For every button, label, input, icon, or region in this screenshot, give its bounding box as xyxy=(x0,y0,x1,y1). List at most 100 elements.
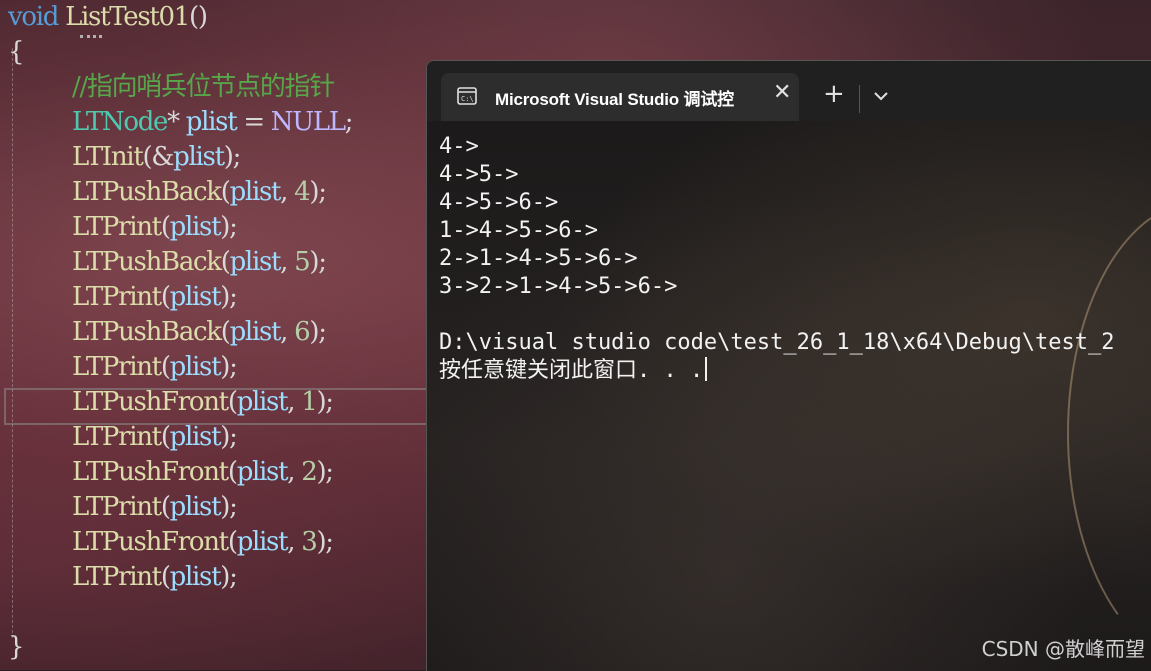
code-line[interactable]: LTInit(&plist); xyxy=(0,140,352,175)
watermark: CSDN @散峰而望 xyxy=(981,637,1145,661)
code-token: , xyxy=(287,457,302,487)
chevron-down-icon[interactable] xyxy=(871,86,891,106)
terminal-tab-bar: C:\ Microsoft Visual Studio 调试控 ✕ + xyxy=(427,61,1151,121)
code-line[interactable]: } xyxy=(0,630,352,665)
code-token: 6 xyxy=(294,317,311,347)
output-text: 4->5->6-> xyxy=(439,190,559,215)
code-token: ); xyxy=(220,352,238,382)
svg-text:C:\: C:\ xyxy=(461,95,474,103)
code-line[interactable]: LTPushBack(plist, 6); xyxy=(0,315,352,350)
output-text: 4-> xyxy=(439,134,479,159)
code-token: LTInit xyxy=(72,142,144,172)
code-token: LTPrint xyxy=(72,562,162,592)
code-token: 3 xyxy=(301,527,318,557)
code-token: ; xyxy=(344,107,354,137)
code-line[interactable]: LTPrint(plist); xyxy=(0,210,352,245)
code-token: ( xyxy=(220,177,231,207)
code-token: plist xyxy=(185,107,238,137)
code-line[interactable] xyxy=(0,595,352,630)
code-token: LTNode xyxy=(72,107,168,137)
code-line[interactable]: LTPrint(plist); xyxy=(0,420,352,455)
code-token: ); xyxy=(316,387,334,417)
code-token: plist xyxy=(229,317,282,347)
code-token: ); xyxy=(309,247,327,277)
suggestion-marker xyxy=(80,32,102,38)
code-line[interactable]: LTPushFront(plist, 2); xyxy=(0,455,352,490)
console-icon: C:\ xyxy=(457,87,477,105)
code-token: ); xyxy=(220,422,238,452)
output-line: 4-> xyxy=(439,133,1115,161)
code-token: plist xyxy=(236,457,289,487)
code-token: ( xyxy=(160,212,171,242)
code-token: plist xyxy=(229,247,282,277)
output-text: D:\visual studio code\test_26_1_18\x64\D… xyxy=(439,330,1115,355)
code-token: plist xyxy=(169,212,222,242)
output-line: 1->4->5->6-> xyxy=(439,217,1115,245)
output-text: 按任意键关闭此窗口. . . xyxy=(439,358,704,383)
code-line[interactable]: LTPushBack(plist, 5); xyxy=(0,245,352,280)
code-line[interactable]: { xyxy=(0,35,352,70)
code-token: (& xyxy=(142,142,174,172)
output-line: 3->2->1->4->5->6-> xyxy=(439,273,1115,301)
code-token: ( xyxy=(160,282,171,312)
code-line[interactable]: LTPrint(plist); xyxy=(0,280,352,315)
code-line[interactable]: //指向哨兵位节点的指针 xyxy=(0,70,352,105)
code-token: ListTest01 xyxy=(65,2,190,32)
code-token: NULL xyxy=(270,107,346,137)
text-cursor xyxy=(705,357,708,381)
code-token: plist xyxy=(169,562,222,592)
code-token: () xyxy=(189,2,208,32)
code-line[interactable]: LTPushFront(plist, 3); xyxy=(0,525,352,560)
terminal-tab[interactable]: C:\ Microsoft Visual Studio 调试控 ✕ xyxy=(441,73,799,121)
code-token: } xyxy=(8,632,25,662)
code-line[interactable]: LTPrint(plist); xyxy=(0,490,352,525)
code-line[interactable]: LTNode* plist = NULL; xyxy=(0,105,354,140)
terminal-output[interactable]: 4-> 4->5-> 4->5->6-> 1->4->5->6-> 2->1->4->5… xyxy=(439,133,1115,385)
code-token: ); xyxy=(220,282,238,312)
code-line[interactable]: LTPrint(plist); xyxy=(0,560,352,595)
plus-icon[interactable]: + xyxy=(823,81,845,107)
code-token: LTPrint xyxy=(72,492,162,522)
code-token: ); xyxy=(223,142,242,172)
code-line[interactable]: LTPushFront(plist, 1); xyxy=(0,385,352,420)
code-token: plist xyxy=(169,352,222,382)
code-token: ); xyxy=(309,317,327,347)
code-token: LTPrint xyxy=(72,212,162,242)
code-token: { xyxy=(8,37,25,67)
code-token: ( xyxy=(227,527,238,557)
code-token: 1 xyxy=(301,387,318,417)
code-token: plist xyxy=(169,492,222,522)
code-token: , xyxy=(280,177,295,207)
code-line[interactable]: LTPrint(plist); xyxy=(0,350,352,385)
code-line[interactable]: LTPushBack(plist, 4); xyxy=(0,175,352,210)
output-line: 按任意键关闭此窗口. . . xyxy=(439,357,1115,385)
output-line: 2->1->4->5->6-> xyxy=(439,245,1115,273)
code-token: LTPrint xyxy=(72,282,162,312)
code-token: ( xyxy=(227,387,238,417)
output-text: 3->2->1->4->5->6-> xyxy=(439,274,678,299)
debug-console-window[interactable]: C:\ Microsoft Visual Studio 调试控 ✕ + 4-> 4… xyxy=(426,60,1151,671)
output-line: D:\visual studio code\test_26_1_18\x64\D… xyxy=(439,329,1115,357)
output-line: 4->5->6-> xyxy=(439,189,1115,217)
code-lines[interactable]: void ListTest01(){//指向哨兵位节点的指针 LTNode* pl… xyxy=(0,0,354,665)
code-token: ); xyxy=(220,562,238,592)
code-token: = xyxy=(236,107,271,137)
close-icon[interactable]: ✕ xyxy=(773,82,791,104)
code-token: ( xyxy=(160,492,171,522)
code-token: plist xyxy=(236,527,289,557)
output-text: 4->5-> xyxy=(439,162,519,187)
code-token: plist xyxy=(169,422,222,452)
code-token: ( xyxy=(220,247,231,277)
code-token: void xyxy=(8,2,59,32)
code-token: plist xyxy=(236,387,289,417)
code-token: LTPrint xyxy=(72,422,162,452)
code-token: LTPrint xyxy=(72,352,162,382)
code-token: plist xyxy=(229,177,282,207)
code-token: 5 xyxy=(294,247,311,277)
output-line: 4->5-> xyxy=(439,161,1115,189)
code-token: ( xyxy=(220,317,231,347)
code-line[interactable]: void ListTest01() xyxy=(0,0,352,35)
tab-separator xyxy=(859,85,860,113)
code-token: ( xyxy=(160,422,171,452)
